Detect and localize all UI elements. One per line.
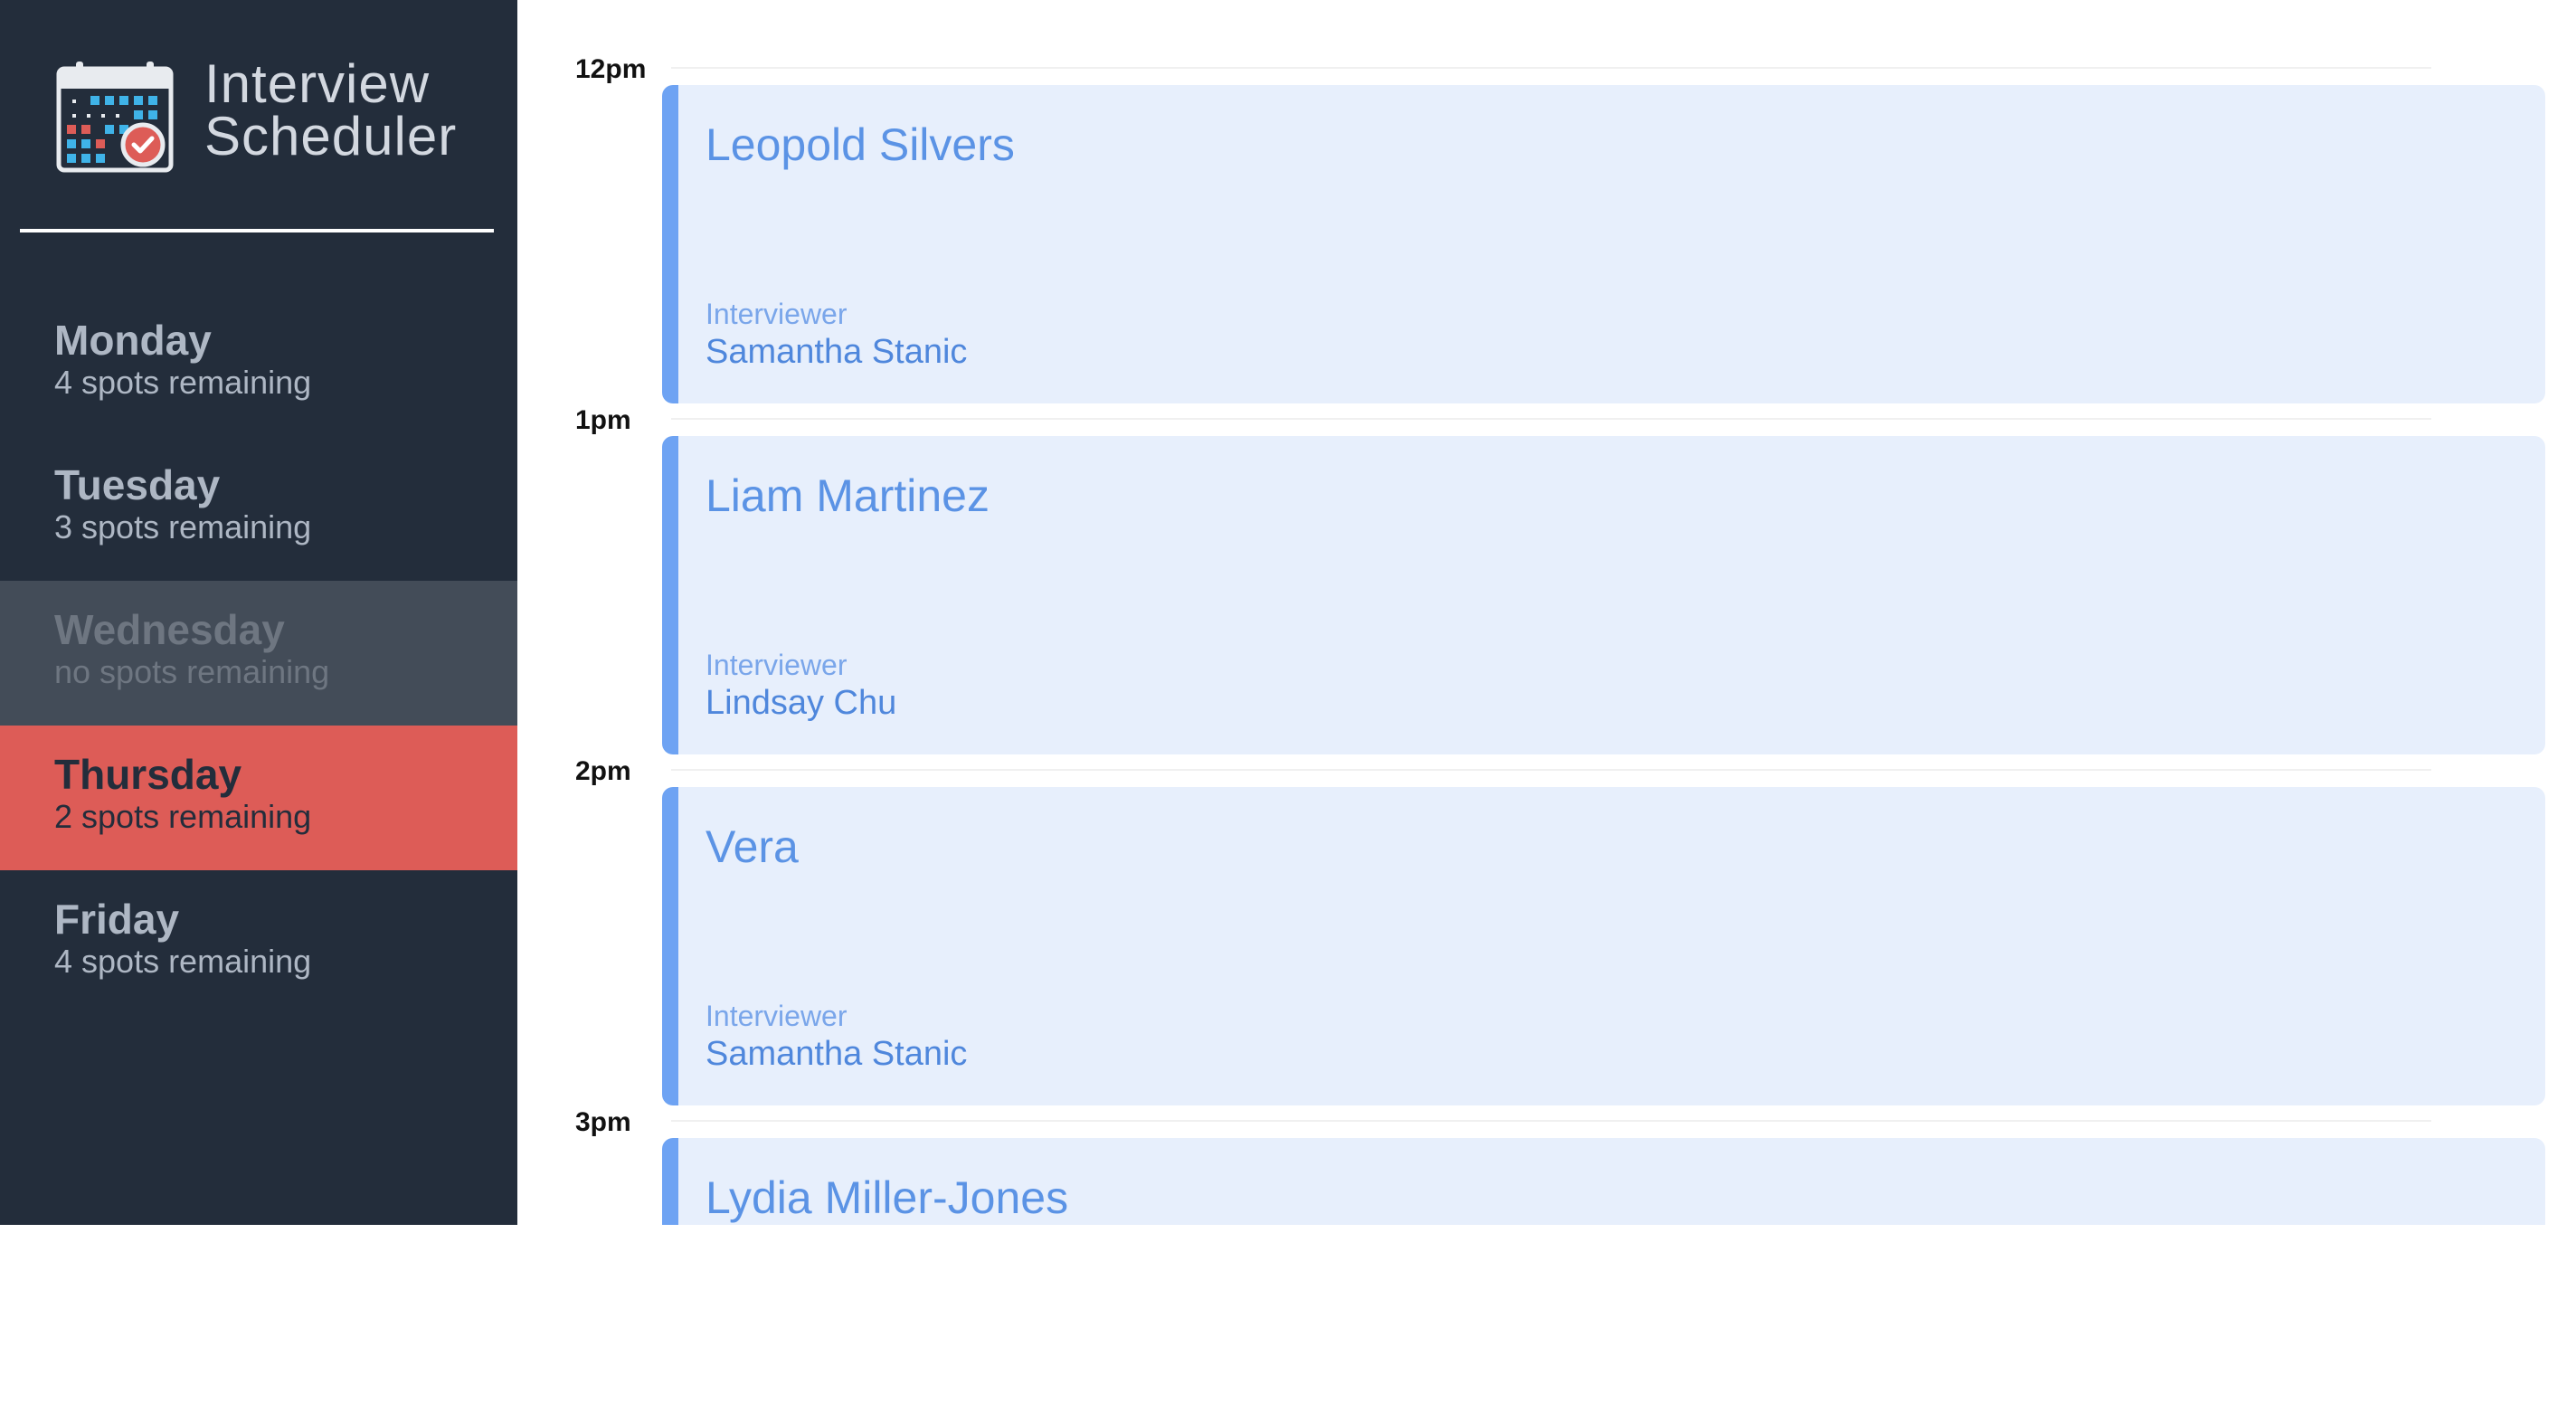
interviewer-label: Interviewer <box>706 649 848 681</box>
student-name: Vera <box>706 821 799 872</box>
time-label: 12pm <box>575 54 647 84</box>
time-label: 3pm <box>575 1107 631 1137</box>
interviewer-label: Interviewer <box>706 1000 848 1032</box>
time-label: 1pm <box>575 405 631 435</box>
time-slot: 2pm Vera Interviewer Samantha Stanic <box>517 702 2576 1105</box>
app-title: Interview Scheduler <box>204 53 458 166</box>
day-name: Friday <box>54 896 180 943</box>
day-name: Thursday <box>54 751 242 798</box>
app-title-line2: Scheduler <box>204 106 458 166</box>
sidebar-divider <box>20 229 494 232</box>
day-spots: 2 spots remaining <box>54 798 312 835</box>
day-name: Tuesday <box>54 461 221 508</box>
day-item-thursday[interactable]: Thursday 2 spots remaining <box>0 726 517 870</box>
brand: Interview Scheduler <box>56 56 472 174</box>
day-name: Monday <box>54 317 212 364</box>
time-slot: 1pm Liam Martinez Interviewer Lindsay Ch… <box>517 351 2576 754</box>
day-spots: 4 spots remaining <box>54 364 312 401</box>
day-name: Wednesday <box>54 606 285 653</box>
time-divider <box>671 67 2431 69</box>
schedule: 12pm Leopold Silvers Interviewer Samanth… <box>517 0 2576 1225</box>
time-slot: 3pm Lydia Miller-Jones <box>517 1053 2576 1404</box>
day-item-wednesday[interactable]: Wednesday no spots remaining <box>0 581 517 726</box>
student-name: Lydia Miller-Jones <box>706 1172 1069 1223</box>
interviewer-label: Interviewer <box>706 298 848 330</box>
day-spots: 3 spots remaining <box>54 508 312 545</box>
day-item-friday[interactable]: Friday 4 spots remaining <box>0 870 517 1015</box>
day-spots: no spots remaining <box>54 653 330 690</box>
app-title-line1: Interview <box>204 53 431 114</box>
student-name: Liam Martinez <box>706 470 990 521</box>
day-item-monday[interactable]: Monday 4 spots remaining <box>0 291 517 436</box>
day-spots: 4 spots remaining <box>54 943 312 980</box>
day-item-tuesday[interactable]: Tuesday 3 spots remaining <box>0 436 517 581</box>
student-name: Leopold Silvers <box>706 119 1015 170</box>
day-list: Monday 4 spots remaining Tuesday 3 spots… <box>0 291 517 1015</box>
time-slot: 12pm Leopold Silvers Interviewer Samanth… <box>517 0 2576 403</box>
time-label: 2pm <box>575 756 631 786</box>
time-divider <box>671 418 2431 420</box>
appointment-card[interactable]: Lydia Miller-Jones <box>662 1138 2545 1225</box>
sidebar: Interview Scheduler Monday 4 spots remai… <box>0 0 517 1225</box>
calendar-check-icon <box>56 62 174 173</box>
time-divider <box>671 1120 2431 1122</box>
time-divider <box>671 769 2431 771</box>
